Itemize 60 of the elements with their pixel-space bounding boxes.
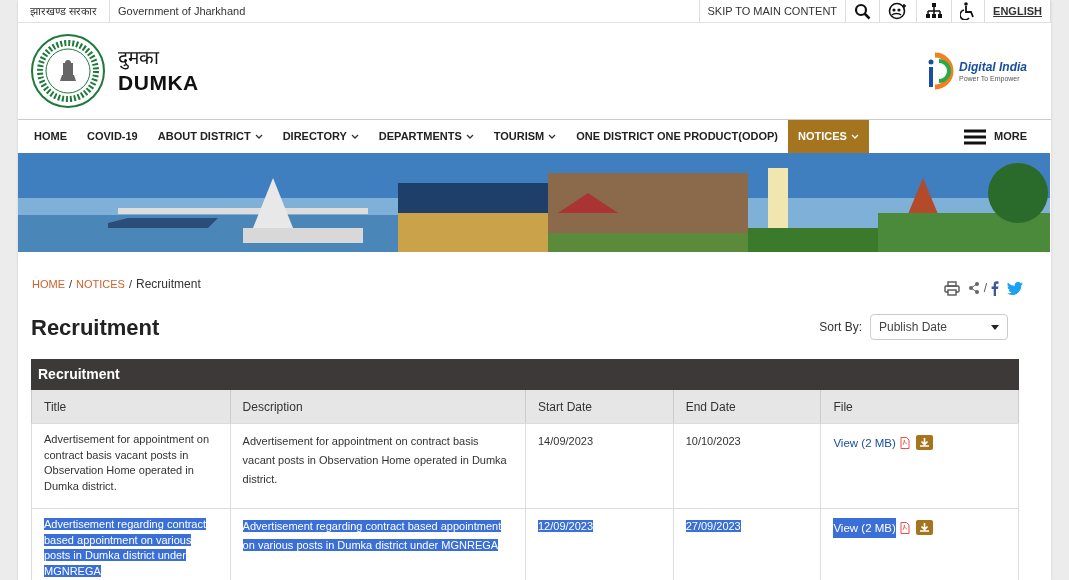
sort-dropdown[interactable]: Publish Date [870, 314, 1008, 340]
column-header: End Date [672, 390, 821, 423]
column-header: Title [43, 398, 68, 416]
download-icon[interactable] [915, 520, 933, 535]
chevron-down-icon [465, 133, 474, 140]
nav-item[interactable]: ABOUT DISTRICT [147, 120, 273, 153]
language-link[interactable]: ENGLISH [984, 0, 1051, 22]
chevron-down-icon [350, 133, 359, 140]
pdf-icon [899, 522, 910, 534]
view-file-link[interactable]: View (2 MB) [833, 518, 896, 538]
breadcrumb-link[interactable]: NOTICES [76, 275, 125, 293]
nav-item[interactable]: NOTICES [787, 120, 869, 153]
chevron-down-icon [850, 133, 859, 140]
nav-item[interactable]: DIRECTORY [272, 120, 369, 153]
government-name: Government of Jharkhand [117, 3, 247, 19]
nav-item[interactable]: ONE DISTRICT ONE PRODUCT(ODOP) [566, 120, 788, 153]
emblem-logo[interactable] [30, 33, 106, 109]
table-cell-text: 14/09/2023 [537, 434, 595, 449]
district-name: DUMKA [118, 70, 199, 96]
menu-icon [964, 128, 986, 145]
breadcrumb-separator: / [128, 276, 133, 292]
table-cell-text: Advertisement for appointment on contract basis vacant posts in Observation Home operated in Dumka district. [44, 432, 211, 494]
breadcrumb-link[interactable]: HOME [32, 275, 65, 293]
table-cell-text: 27/09/2023 [685, 519, 742, 534]
share-icon[interactable] [967, 282, 980, 294]
share-separator: / [983, 280, 987, 297]
nav-item[interactable]: HOME [24, 120, 77, 153]
column-header: File [820, 390, 1018, 423]
nav-item[interactable]: COVID-19 [77, 120, 148, 153]
page-title: Recruitment [31, 313, 160, 342]
nav-item[interactable]: DEPARTMENTS [368, 120, 484, 153]
sort-label: Sort By: [819, 319, 862, 336]
column-header: Description [229, 390, 525, 423]
breadcrumb-separator: / [69, 276, 73, 292]
table-cell-text: 12/09/2023 [537, 519, 595, 534]
download-icon[interactable] [915, 435, 933, 450]
search-icon[interactable] [854, 2, 872, 20]
caret-icon [991, 324, 999, 330]
sitemap-icon[interactable] [925, 3, 944, 19]
skip-link[interactable]: SKIP TO MAIN CONTENT [698, 0, 846, 22]
chevron-down-icon [548, 133, 557, 140]
breadcrumb-current: Recruitment [136, 276, 201, 293]
column-header: Start Date [524, 390, 673, 423]
table-cell-text: Advertisement regarding contract based appointment on various posts in Dumka district under MGNREGA [44, 517, 208, 579]
table-cell-text: 10/10/2023 [685, 434, 742, 449]
district-name-hindi: दुमका [118, 46, 160, 70]
nav-item[interactable]: TOURISM [483, 120, 567, 153]
table-cell-text: Advertisement regarding contract based appointment on various posts in Dumka district under MGNREGA [242, 519, 503, 553]
table-cell-text: Advertisement for appointment on contract basis vacant posts in Observation Home operated in Dumka district. [242, 434, 508, 487]
pdf-icon [899, 437, 910, 449]
facebook-icon[interactable] [991, 280, 999, 296]
accessibility-icon[interactable] [960, 2, 977, 20]
twitter-icon[interactable] [1007, 281, 1023, 295]
state-name: झारखण्ड सरकार [18, 0, 111, 22]
print-icon[interactable] [943, 280, 960, 296]
chevron-down-icon [254, 133, 263, 140]
table-caption: Recruitment [31, 359, 1019, 390]
view-file-link[interactable]: View (2 MB) [833, 433, 896, 453]
more-menu-button[interactable]: MORE [964, 120, 1027, 153]
digital-india-name: Digital India [959, 60, 1027, 73]
